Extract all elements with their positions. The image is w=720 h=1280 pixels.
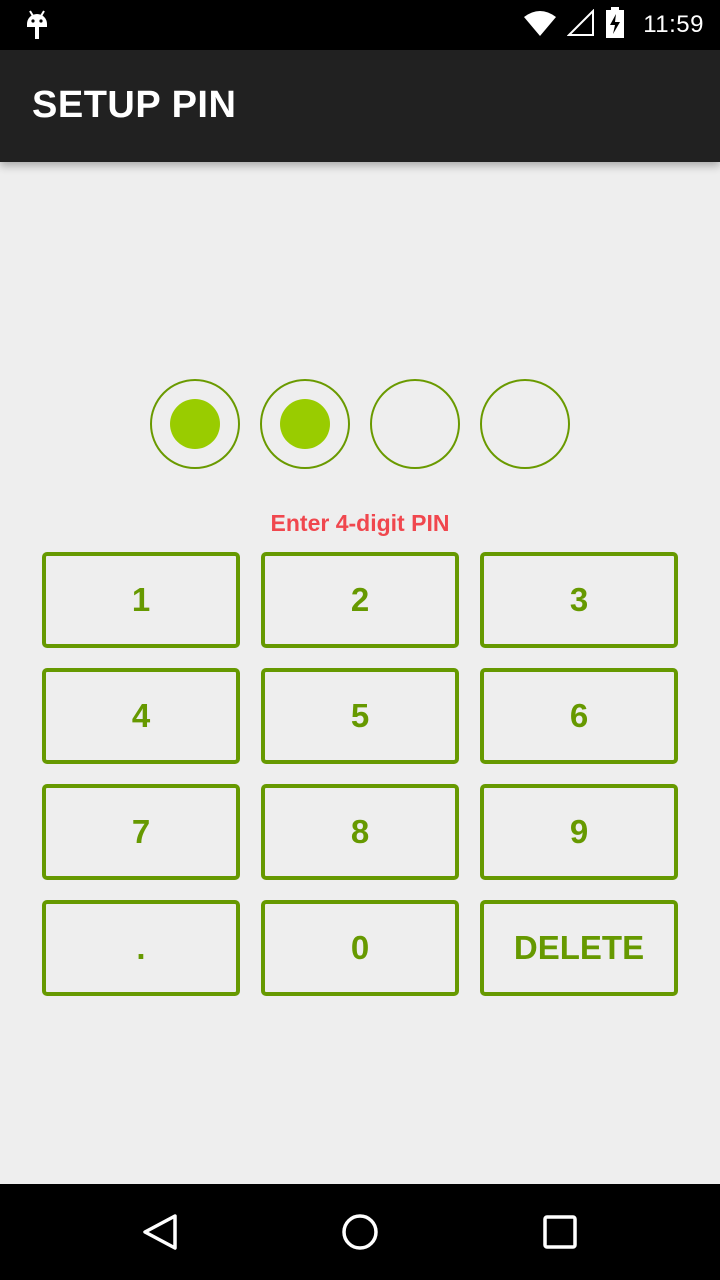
pin-prompt: Enter 4-digit PIN <box>270 510 450 536</box>
pin-dot <box>150 379 240 469</box>
status-bar: 11:59 <box>0 0 720 50</box>
app-bar: SETUP PIN <box>0 50 720 162</box>
page-title: SETUP PIN <box>32 84 237 126</box>
battery-charging-icon <box>605 6 625 44</box>
key-9-button[interactable]: 9 <box>480 784 678 880</box>
delete-button[interactable]: DELETE <box>480 900 678 996</box>
key-1-button[interactable]: 1 <box>42 552 240 648</box>
wifi-icon <box>523 9 557 42</box>
recents-icon[interactable] <box>536 1208 584 1256</box>
key-7-button[interactable]: 7 <box>42 784 240 880</box>
key-6-button[interactable]: 6 <box>480 668 678 764</box>
pin-dot <box>480 379 570 469</box>
key-2-button[interactable]: 2 <box>261 552 459 648</box>
pin-dot <box>260 379 350 469</box>
android-debug-icon <box>22 8 52 42</box>
home-icon[interactable] <box>336 1208 384 1256</box>
key-3-button[interactable]: 3 <box>480 552 678 648</box>
key-8-button[interactable]: 8 <box>261 784 459 880</box>
status-time: 11:59 <box>643 11 704 38</box>
back-icon[interactable] <box>136 1208 184 1256</box>
key-dot-button[interactable]: . <box>42 900 240 996</box>
pin-dot <box>370 379 460 469</box>
key-5-button[interactable]: 5 <box>261 668 459 764</box>
key-4-button[interactable]: 4 <box>42 668 240 764</box>
pin-indicator <box>150 379 570 469</box>
keypad: 1 2 3 4 5 6 7 8 9 . 0 DELETE <box>42 552 678 996</box>
key-0-button[interactable]: 0 <box>261 900 459 996</box>
cell-signal-icon <box>566 8 595 42</box>
navigation-bar <box>0 1184 720 1280</box>
